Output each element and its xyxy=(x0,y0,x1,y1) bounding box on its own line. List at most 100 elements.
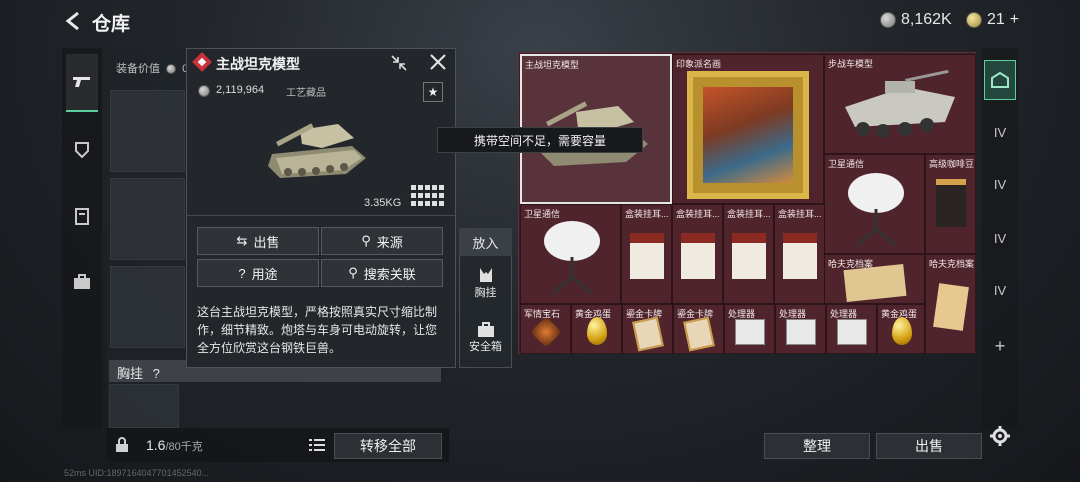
sell-label: 出售 xyxy=(253,234,280,250)
usage-button[interactable]: ? 用途 xyxy=(197,259,319,287)
storage-item[interactable]: 处理器 xyxy=(724,304,775,354)
item-title: 主战坦克模型 xyxy=(216,56,300,72)
put-in-safe-box[interactable]: 安全箱 xyxy=(459,322,512,354)
storage-item[interactable]: 盒装挂耳... xyxy=(723,204,774,304)
nav-weapon-tab[interactable] xyxy=(66,54,98,112)
coffee-box-icon xyxy=(681,233,715,279)
item-label: 盒装挂耳... xyxy=(676,209,720,219)
settings-gear-icon[interactable] xyxy=(990,426,1010,446)
sell-button[interactable]: ⇆ 出售 xyxy=(197,227,319,255)
coin-icon xyxy=(198,85,210,97)
storage-item[interactable]: 黄金鸡蛋 xyxy=(571,304,622,354)
storage-item[interactable]: 印象派名画 xyxy=(672,54,824,204)
storage-item[interactable]: 军情宝石 xyxy=(520,304,571,354)
processor-icon xyxy=(786,319,816,345)
tab-label: IV xyxy=(993,282,1007,298)
safe-box-icon xyxy=(477,322,494,337)
tab-label: IV xyxy=(993,124,1007,140)
weight-value: 1.6 xyxy=(146,437,166,453)
coin-icon xyxy=(880,12,896,28)
coffee-bag-icon xyxy=(936,179,966,227)
add-premium-button[interactable]: + xyxy=(1010,11,1019,29)
storage-item[interactable]: 盒装挂耳... xyxy=(621,204,672,304)
tab-label: IV xyxy=(993,176,1007,192)
storage-item[interactable]: 黄金鸡蛋 xyxy=(877,304,925,354)
storage-tab-4[interactable]: IV xyxy=(986,276,1014,304)
item-price: 2,119,964 xyxy=(216,84,265,96)
currency-display: 8,162K xyxy=(880,11,952,29)
item-label: 盒装挂耳... xyxy=(778,209,822,219)
coffee-box-icon xyxy=(783,233,817,279)
golden-egg-icon xyxy=(892,317,912,345)
add-storage-tab-button[interactable]: + xyxy=(986,332,1014,360)
weight-unit: 千克 xyxy=(180,441,203,453)
storage-tab-1[interactable]: IV xyxy=(986,118,1014,146)
storage-item[interactable]: 哈夫克档案 xyxy=(925,254,976,354)
satellite-dish-icon xyxy=(544,221,600,295)
premium-amount: 21 xyxy=(987,11,1005,28)
storage-item[interactable]: 卫星通信 xyxy=(520,204,621,304)
coffee-box-icon xyxy=(732,233,766,279)
source-label: 来源 xyxy=(376,234,403,250)
tab-label: IV xyxy=(993,230,1007,246)
item-label: 盒装挂耳... xyxy=(727,209,771,219)
nav-armor-tab[interactable] xyxy=(66,134,98,166)
warehouse-icon xyxy=(991,72,1009,88)
storage-item[interactable]: 步战车模型 xyxy=(824,54,976,154)
capacity-warning-tooltip: 携带空间不足，需要容量 xyxy=(437,127,643,153)
list-icon[interactable] xyxy=(309,438,325,452)
usage-label: 用途 xyxy=(251,266,278,282)
weight-display: 1.6/80千克 xyxy=(146,437,203,454)
nav-backpack-tab[interactable] xyxy=(66,266,98,298)
question-icon: ? xyxy=(238,265,246,281)
storage-item[interactable]: 盒装挂耳... xyxy=(672,204,723,304)
gem-icon xyxy=(530,316,562,348)
card-icon xyxy=(632,316,664,352)
transfer-all-button[interactable]: 转移全部 xyxy=(334,433,442,459)
storage-item[interactable]: 处理器 xyxy=(826,304,877,354)
equipment-value: 装备价值 0 xyxy=(116,60,188,76)
currency-amount: 8,162K xyxy=(901,11,952,28)
equipment-slot[interactable] xyxy=(110,90,185,172)
storage-item[interactable]: 盒装挂耳... xyxy=(774,204,825,304)
organize-button[interactable]: 整理 xyxy=(764,433,870,459)
storage-item[interactable]: 鎏金卡牌 xyxy=(673,304,724,354)
weight-limit: /80 xyxy=(165,441,181,453)
document-icon xyxy=(933,283,969,331)
item-label: 军情宝石 xyxy=(524,309,561,319)
storage-tab-main[interactable] xyxy=(984,60,1016,100)
storage-item[interactable]: 鎏金卡牌 xyxy=(622,304,673,354)
divider xyxy=(187,215,455,216)
processor-icon xyxy=(837,319,867,345)
sell-all-button[interactable]: 出售 xyxy=(876,433,982,459)
nav-vest-tab[interactable] xyxy=(66,200,98,232)
item-rarity-icon xyxy=(192,52,212,72)
item-label: 主战坦克模型 xyxy=(525,60,580,70)
equip-value-label: 装备价值 xyxy=(116,63,160,75)
coffee-box-icon xyxy=(630,233,664,279)
collapse-icon[interactable] xyxy=(390,54,408,72)
chest-rig-slot[interactable] xyxy=(109,384,179,428)
search-related-button[interactable]: ⚲ 搜索关联 xyxy=(321,259,443,287)
storage-item[interactable]: 处理器 xyxy=(775,304,826,354)
equipment-slot[interactable] xyxy=(110,178,185,260)
close-icon[interactable] xyxy=(429,53,447,71)
storage-item[interactable]: 哈夫克档案 xyxy=(824,254,925,304)
tank-model-image xyxy=(268,123,366,178)
source-button[interactable]: ⚲ 来源 xyxy=(321,227,443,255)
put-in-chest-rig[interactable]: 胸挂 xyxy=(459,266,512,300)
premium-currency-display[interactable]: 21 + xyxy=(966,11,1019,29)
equipment-slot[interactable] xyxy=(110,266,185,348)
search-icon: ⚲ xyxy=(348,265,358,280)
lock-icon[interactable] xyxy=(115,437,129,453)
storage-tab-3[interactable]: IV xyxy=(986,224,1014,252)
put-in-title: 放入 xyxy=(459,228,512,256)
favorite-star-button[interactable]: ★ xyxy=(423,82,443,102)
storage-item[interactable]: 卫星通信 xyxy=(824,154,925,254)
chest-rig-help-icon[interactable]: ? xyxy=(153,366,160,381)
storage-tab-2[interactable]: IV xyxy=(986,170,1014,198)
status-bar-text: 52ms UID:1897164047701452540... xyxy=(64,468,210,478)
storage-item[interactable]: 高级咖啡豆 xyxy=(925,154,976,254)
back-arrow-icon[interactable] xyxy=(62,10,84,32)
processor-icon xyxy=(735,319,765,345)
